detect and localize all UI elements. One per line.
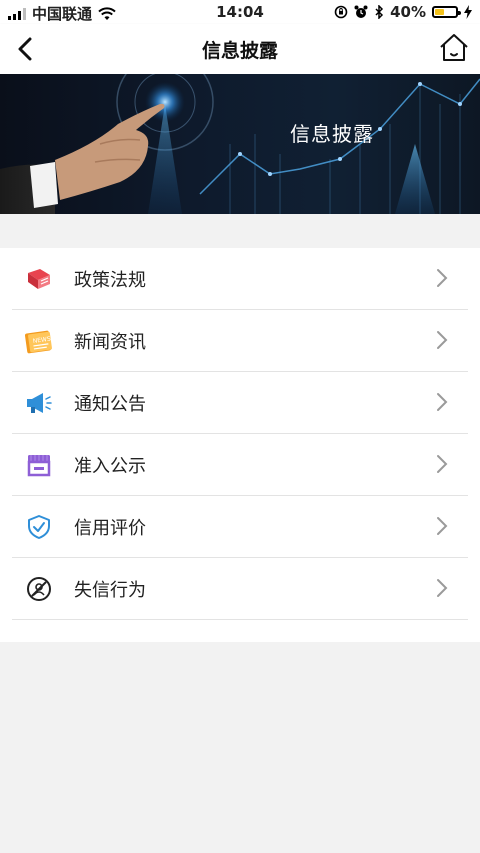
banner-title: 信息披露 (290, 122, 374, 146)
bluetooth-icon (375, 5, 384, 19)
home-icon (440, 34, 468, 61)
megaphone-icon (24, 388, 54, 418)
status-right: 40% (334, 3, 472, 21)
book-icon (24, 264, 54, 294)
battery-icon (432, 6, 461, 18)
menu-item-label: 准入公示 (74, 455, 146, 477)
chevron-right-icon (437, 331, 448, 349)
newspaper-icon: NEWS (24, 326, 54, 356)
menu-item-label: 新闻资讯 (74, 331, 146, 353)
banner-image: 信息披露 (0, 74, 480, 214)
prohibited-icon (24, 574, 54, 604)
battery-fill (435, 9, 444, 15)
charging-icon (464, 5, 472, 19)
page-title: 信息披露 (201, 40, 278, 62)
menu-item-dishonest[interactable]: 失信行为 (12, 558, 468, 620)
menu-item-label: 通知公告 (74, 393, 146, 415)
menu-item-label: 政策法规 (74, 269, 146, 291)
rotation-lock-icon (334, 5, 348, 19)
home-button[interactable] (438, 32, 470, 64)
menu-item-access-notice[interactable]: 准入公示 (12, 434, 468, 496)
menu-bottom-padding (0, 620, 480, 642)
storefront-icon (24, 450, 54, 480)
menu-item-credit[interactable]: 信用评价 (12, 496, 468, 558)
menu-item-notice[interactable]: 通知公告 (12, 372, 468, 434)
chevron-right-icon (437, 579, 448, 597)
chevron-right-icon (437, 517, 448, 535)
menu-item-policy[interactable]: 政策法规 (12, 248, 468, 310)
menu-item-news[interactable]: NEWS 新闻资讯 (12, 310, 468, 372)
banner-graphic (0, 74, 480, 214)
shield-check-icon (24, 512, 54, 542)
status-bar: 中国联通 14:04 40% (0, 0, 480, 24)
chevron-right-icon (437, 269, 448, 287)
alarm-icon (354, 5, 368, 18)
chevron-right-icon (437, 455, 448, 473)
menu-item-label: 失信行为 (74, 579, 146, 601)
battery-percent: 40% (390, 3, 426, 21)
menu-list: 政策法规 NEWS 新闻资讯 通知公告 准入公示 信用评价 失信行为 (0, 248, 480, 642)
nav-bar: 信息披露 (0, 24, 480, 74)
chevron-right-icon (437, 393, 448, 411)
menu-item-label: 信用评价 (74, 517, 146, 539)
